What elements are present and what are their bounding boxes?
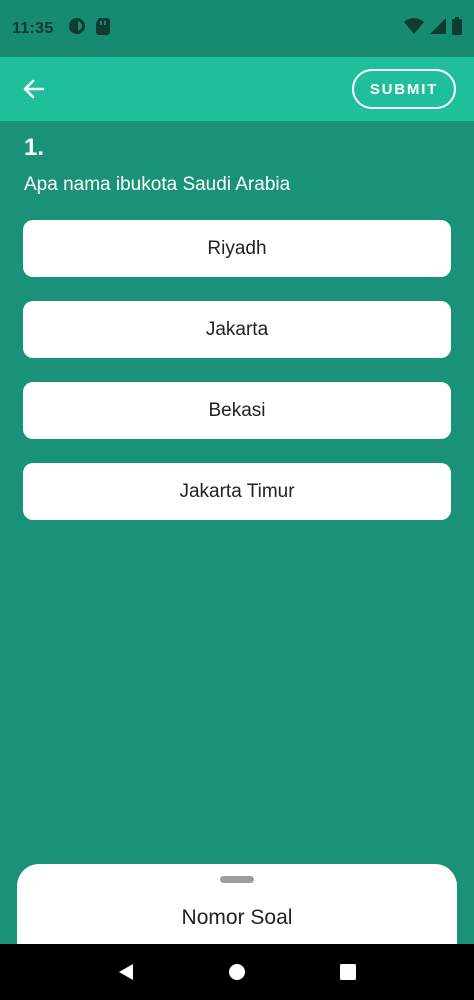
signal-icon xyxy=(430,18,446,39)
status-icons-left xyxy=(68,17,110,40)
nav-home-icon xyxy=(228,964,245,980)
back-button[interactable] xyxy=(18,73,50,105)
nav-home-button[interactable] xyxy=(217,952,257,992)
opera-icon xyxy=(68,17,86,40)
question-number: 1. xyxy=(24,134,45,161)
answer-options: Riyadh Jakarta Bekasi Jakarta Timur xyxy=(23,220,451,544)
submit-button[interactable]: SUBMIT xyxy=(352,69,456,109)
status-bar: 11:35 xyxy=(0,0,474,57)
question-number-sheet[interactable]: Nomor Soal xyxy=(17,864,457,954)
app-bar: SUBMIT xyxy=(0,57,474,121)
nav-recents-button[interactable] xyxy=(328,952,368,992)
status-time: 11:35 xyxy=(12,19,54,37)
answer-option[interactable]: Bekasi xyxy=(23,382,451,439)
battery-icon xyxy=(452,17,462,40)
answer-option[interactable]: Jakarta Timur xyxy=(23,463,451,520)
wifi-icon xyxy=(404,18,424,39)
nav-back-icon xyxy=(118,964,133,980)
question-text: Apa nama ibukota Saudi Arabia xyxy=(24,174,291,195)
system-nav-bar xyxy=(0,944,474,1000)
nav-back-button[interactable] xyxy=(106,952,146,992)
back-arrow-icon xyxy=(23,79,45,99)
sim-card-icon xyxy=(95,17,110,40)
nav-recents-icon xyxy=(340,964,357,980)
status-icons-right xyxy=(404,17,462,40)
answer-option[interactable]: Jakarta xyxy=(23,301,451,358)
sheet-drag-handle[interactable] xyxy=(220,876,254,883)
sheet-title: Nomor Soal xyxy=(181,906,293,929)
answer-option[interactable]: Riyadh xyxy=(23,220,451,277)
